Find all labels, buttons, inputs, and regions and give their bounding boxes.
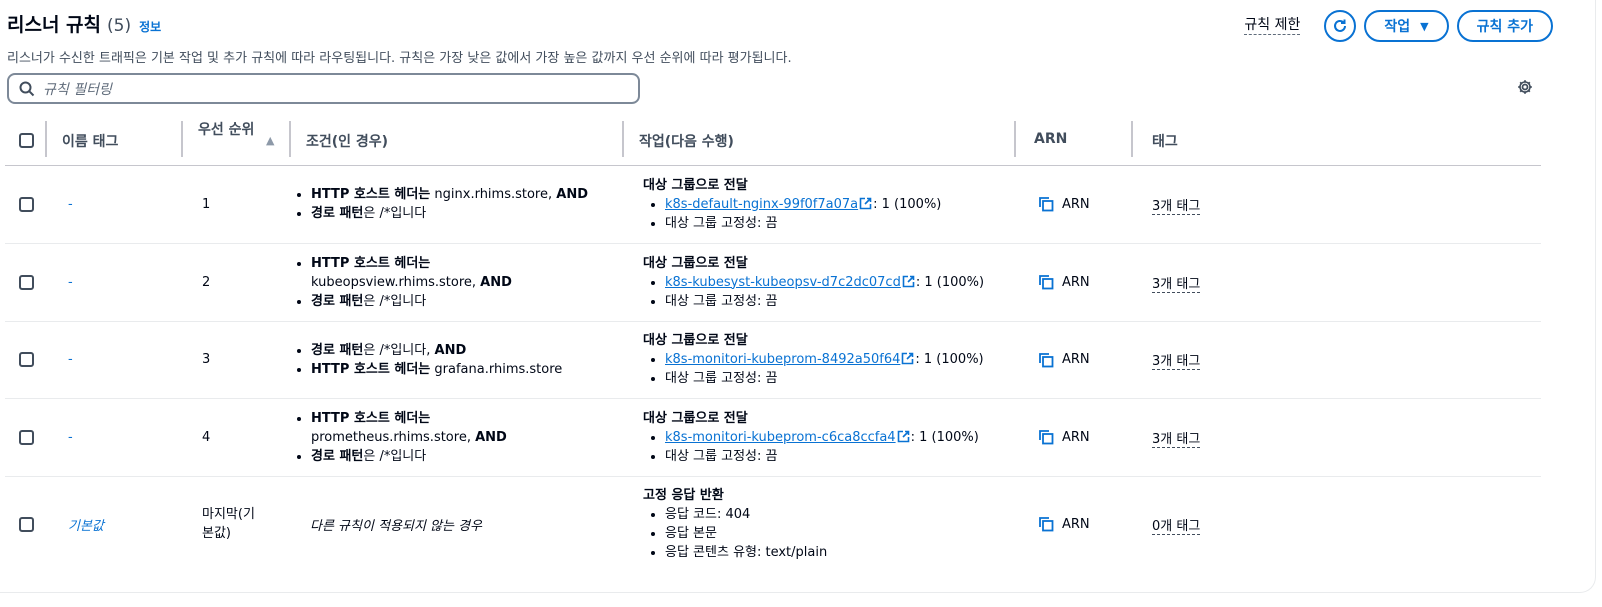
preferences-button[interactable] bbox=[1517, 79, 1533, 99]
row-priority: 마지막(기본값) bbox=[202, 507, 255, 542]
copy-icon bbox=[1039, 517, 1054, 532]
table-header-row: 이름 태그 우선 순위 ▲ 조건(인 경우) 작업(다음 수행) ARN 태그 bbox=[5, 117, 1541, 166]
add-rule-label: 규칙 추가 bbox=[1476, 19, 1533, 35]
page-description: 리스너가 수신한 트래픽은 기본 작업 및 추가 규칙에 따라 라우팅됩니다. … bbox=[7, 51, 792, 66]
action-title: 대상 그룹으로 전달 bbox=[643, 255, 748, 271]
column-conditions[interactable]: 조건(인 경우) bbox=[289, 117, 622, 166]
row-name-tag[interactable]: - bbox=[68, 430, 73, 445]
row-conditions: 경로 패턴은 /*입니다, AND HTTP 호스트 헤더는 grafana.r… bbox=[289, 321, 622, 399]
table-row[interactable]: - 1 HTTP 호스트 헤더는 nginx.rhims.store, AND … bbox=[5, 165, 1541, 244]
target-group-link[interactable]: k8s-kubesyst-kubeopsv-d7c2dc07cd bbox=[665, 275, 901, 290]
rule-limit-link[interactable]: 규칙 제한 bbox=[1244, 17, 1301, 35]
action-title: 대상 그룹으로 전달 bbox=[643, 177, 748, 193]
copy-arn-button[interactable]: ARN bbox=[1014, 274, 1131, 290]
row-actions: 고정 응답 반환 응답 코드: 404 응답 본문 응답 콘텐츠 유형: tex… bbox=[622, 476, 1014, 572]
copy-arn-button[interactable]: ARN bbox=[1014, 516, 1131, 532]
external-link-icon bbox=[859, 197, 872, 209]
tags-popover-trigger[interactable]: 0개 태그 bbox=[1152, 518, 1201, 535]
copy-icon bbox=[1039, 430, 1054, 445]
select-all-checkbox[interactable] bbox=[19, 133, 34, 149]
target-group-link[interactable]: k8s-default-nginx-99f0f7a07a bbox=[665, 197, 858, 212]
action-title: 고정 응답 반환 bbox=[643, 488, 724, 504]
row-checkbox[interactable] bbox=[19, 516, 34, 532]
header-actions: 규칙 제한 작업 ▼ 규칙 추가 bbox=[1244, 10, 1553, 42]
page-title: 리스너 규칙 bbox=[7, 14, 102, 36]
row-name-tag[interactable]: 기본값 bbox=[68, 519, 104, 534]
table-row[interactable]: - 3 경로 패턴은 /*입니다, AND HTTP 호스트 헤더는 grafa… bbox=[5, 321, 1541, 399]
external-link-icon bbox=[902, 352, 914, 365]
copy-icon bbox=[1039, 275, 1054, 290]
row-actions: 대상 그룹으로 전달 k8s-kubesyst-kubeopsv-d7c2dc0… bbox=[622, 243, 1014, 322]
actions-dropdown-button[interactable]: 작업 ▼ bbox=[1364, 10, 1449, 42]
row-actions: 대상 그룹으로 전달 k8s-monitori-kubeprom-c6ca8cc… bbox=[622, 398, 1014, 477]
tags-popover-trigger[interactable]: 3개 태그 bbox=[1152, 198, 1201, 215]
tags-popover-trigger[interactable]: 3개 태그 bbox=[1152, 276, 1201, 293]
row-priority: 3 bbox=[181, 321, 289, 399]
row-conditions: HTTP 호스트 헤더는 nginx.rhims.store, AND 경로 패… bbox=[289, 165, 622, 244]
column-priority[interactable]: 우선 순위 ▲ bbox=[181, 117, 289, 166]
copy-arn-button[interactable]: ARN bbox=[1014, 196, 1131, 212]
tags-popover-trigger[interactable]: 3개 태그 bbox=[1152, 354, 1201, 370]
caret-down-icon: ▼ bbox=[1420, 19, 1429, 33]
refresh-icon bbox=[1334, 19, 1347, 32]
row-checkbox[interactable] bbox=[19, 352, 34, 367]
row-name-tag[interactable]: - bbox=[68, 352, 73, 367]
row-conditions: 다른 규칙이 적용되지 않는 경우 bbox=[310, 518, 483, 534]
rule-filter-input[interactable]: 규칙 필터링 bbox=[7, 73, 640, 104]
row-actions: 대상 그룹으로 전달 k8s-default-nginx-99f0f7a07a:… bbox=[622, 165, 1014, 244]
listener-rules-panel: 리스너 규칙 (5) 정보 리스너가 수신한 트래픽은 기본 작업 및 추가 규… bbox=[0, 0, 1596, 593]
column-tags[interactable]: 태그 bbox=[1131, 117, 1541, 166]
row-name-tag[interactable]: - bbox=[68, 275, 73, 290]
table-row-default[interactable]: 기본값 마지막(기본값) 다른 규칙이 적용되지 않는 경우 고정 응답 반환 … bbox=[5, 476, 1541, 572]
copy-icon bbox=[1039, 197, 1054, 212]
row-conditions: HTTP 호스트 헤더는prometheus.rhims.store, AND … bbox=[289, 398, 622, 477]
target-group-link[interactable]: k8s-monitori-kubeprom-c6ca8ccfa4 bbox=[665, 430, 896, 445]
row-conditions: HTTP 호스트 헤더는kubeopsview.rhims.store, AND… bbox=[289, 243, 622, 322]
page-title-row: 리스너 규칙 (5) 정보 bbox=[7, 10, 161, 37]
sort-ascending-icon: ▲ bbox=[266, 134, 275, 147]
refresh-button[interactable] bbox=[1324, 10, 1357, 42]
action-title: 대상 그룹으로 전달 bbox=[643, 333, 748, 348]
row-actions: 대상 그룹으로 전달 k8s-monitori-kubeprom-8492a50… bbox=[622, 321, 1014, 399]
column-actions[interactable]: 작업(다음 수행) bbox=[622, 117, 1014, 166]
column-arn[interactable]: ARN bbox=[1014, 117, 1131, 166]
row-priority: 2 bbox=[181, 243, 289, 322]
search-icon bbox=[19, 81, 35, 96]
external-link-icon bbox=[897, 430, 909, 442]
gear-icon bbox=[1518, 80, 1532, 94]
rule-count: (5) bbox=[107, 16, 132, 36]
rules-table: 이름 태그 우선 순위 ▲ 조건(인 경우) 작업(다음 수행) ARN 태그 bbox=[5, 117, 1541, 572]
row-checkbox[interactable] bbox=[19, 429, 34, 445]
column-name-tag[interactable]: 이름 태그 bbox=[45, 117, 181, 166]
select-all-header bbox=[5, 117, 45, 166]
table-row[interactable]: - 2 HTTP 호스트 헤더는kubeopsview.rhims.store,… bbox=[5, 243, 1541, 322]
target-group-link[interactable]: k8s-monitori-kubeprom-8492a50f64 bbox=[665, 352, 900, 367]
row-priority: 1 bbox=[181, 165, 289, 244]
add-rule-button[interactable]: 규칙 추가 bbox=[1456, 10, 1553, 42]
action-title: 대상 그룹으로 전달 bbox=[643, 410, 748, 426]
copy-arn-button[interactable]: ARN bbox=[1014, 429, 1131, 445]
row-priority: 4 bbox=[181, 398, 289, 477]
row-name-tag[interactable]: - bbox=[68, 197, 73, 212]
copy-icon bbox=[1039, 352, 1054, 367]
table-row[interactable]: - 4 HTTP 호스트 헤더는prometheus.rhims.store, … bbox=[5, 398, 1541, 477]
row-checkbox[interactable] bbox=[19, 274, 34, 290]
copy-arn-button[interactable]: ARN bbox=[1014, 352, 1131, 368]
tags-popover-trigger[interactable]: 3개 태그 bbox=[1152, 431, 1201, 448]
row-checkbox[interactable] bbox=[19, 196, 34, 212]
actions-button-label: 작업 bbox=[1384, 19, 1411, 35]
external-link-icon bbox=[902, 275, 915, 287]
info-link[interactable]: 정보 bbox=[139, 18, 161, 35]
search-placeholder: 규칙 필터링 bbox=[43, 81, 112, 98]
